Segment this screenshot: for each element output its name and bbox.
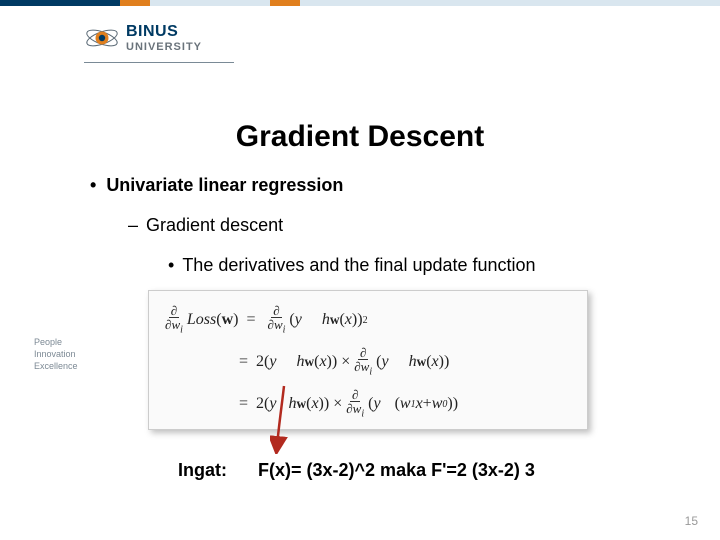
bullet-level-1: •Univariate linear regression xyxy=(90,175,343,196)
motto-line-3: Excellence xyxy=(34,360,78,372)
bullet-level-3: •The derivatives and the final update fu… xyxy=(168,255,536,276)
bullet-3-text: The derivatives and the final update fun… xyxy=(182,255,535,275)
motto-line-1: People xyxy=(34,336,78,348)
reminder-line: Ingat: F(x)= (3x-2)^2 maka F'=2 (3x-2) 3 xyxy=(178,460,535,481)
slide-title: Gradient Descent xyxy=(0,120,720,154)
bullet-2-text: Gradient descent xyxy=(146,215,283,235)
motto: People Innovation Excellence xyxy=(34,336,78,372)
reminder-label: Ingat: xyxy=(178,460,227,480)
brand-name: BINUS xyxy=(126,24,202,40)
motto-line-2: Innovation xyxy=(34,348,78,360)
formula-line-1: ∂∂wi Loss(w) = ∂∂wi (yhw(x))2 xyxy=(161,299,575,341)
logo-mark-icon xyxy=(84,20,120,56)
top-accent-bar xyxy=(0,0,720,6)
formula-box: ∂∂wi Loss(w) = ∂∂wi (yhw(x))2 = 2(yhw(x)… xyxy=(148,290,588,430)
slide: BINUS UNIVERSITY Gradient Descent •Univa… xyxy=(0,0,720,540)
formula-line-2: = 2(yhw(x)) × ∂∂wi (yhw(x)) xyxy=(161,341,575,383)
reminder-expression: F(x)= (3x-2)^2 maka F'=2 (3x-2) 3 xyxy=(258,460,535,480)
logo: BINUS UNIVERSITY xyxy=(84,20,244,63)
page-number: 15 xyxy=(685,514,698,528)
bullet-level-2: –Gradient descent xyxy=(128,215,283,236)
formula-line-3: = 2(yhw(x)) × ∂∂wi (y(w1x + w0)) xyxy=(161,383,575,425)
brand-subtitle: UNIVERSITY xyxy=(126,42,202,53)
bullet-1-text: Univariate linear regression xyxy=(106,175,343,195)
